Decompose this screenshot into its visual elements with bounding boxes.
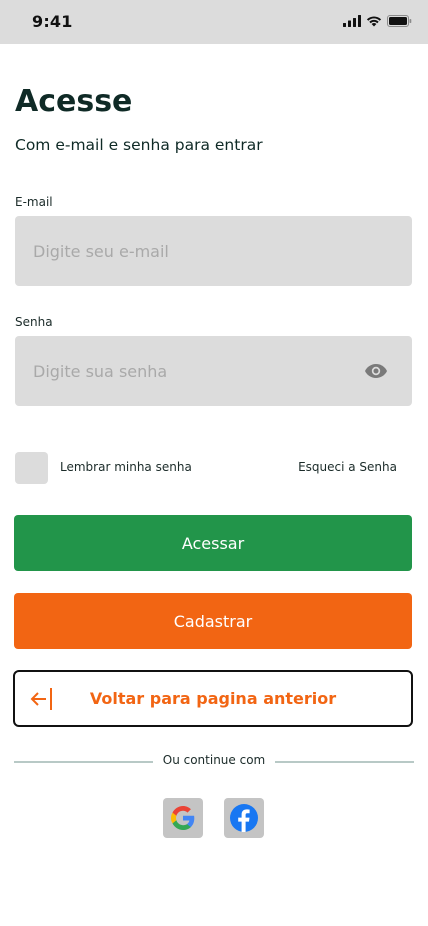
- email-field[interactable]: [15, 216, 412, 286]
- cellular-signal-icon: [343, 15, 361, 27]
- remember-label: Lembrar minha senha: [60, 460, 192, 474]
- google-login-button[interactable]: [163, 798, 203, 838]
- divider-line-right: [275, 761, 414, 763]
- facebook-login-button[interactable]: [224, 798, 264, 838]
- status-icons: [343, 15, 412, 27]
- status-bar: 9:41: [0, 0, 428, 44]
- eye-icon[interactable]: [364, 360, 388, 382]
- status-time: 9:41: [32, 12, 73, 31]
- forgot-password-link[interactable]: Esqueci a Senha: [298, 460, 397, 474]
- email-input[interactable]: [33, 216, 353, 286]
- login-button[interactable]: Acessar: [14, 515, 412, 571]
- facebook-icon: [230, 804, 258, 832]
- page-title: Acesse: [15, 84, 133, 119]
- page-subtitle: Com e-mail e senha para entrar: [15, 136, 263, 154]
- email-label: E-mail: [15, 195, 53, 209]
- back-button-label: Voltar para pagina anterior: [89, 689, 337, 708]
- arrow-left-icon: [30, 688, 52, 710]
- remember-checkbox[interactable]: [15, 452, 48, 484]
- password-label: Senha: [15, 315, 53, 329]
- divider-text: Ou continue com: [162, 753, 266, 767]
- battery-icon: [387, 15, 412, 27]
- wifi-icon: [366, 16, 382, 27]
- google-icon: [171, 806, 195, 830]
- password-input[interactable]: [33, 336, 353, 406]
- password-field[interactable]: [15, 336, 412, 406]
- back-button[interactable]: Voltar para pagina anterior: [13, 670, 413, 727]
- register-button[interactable]: Cadastrar: [14, 593, 412, 649]
